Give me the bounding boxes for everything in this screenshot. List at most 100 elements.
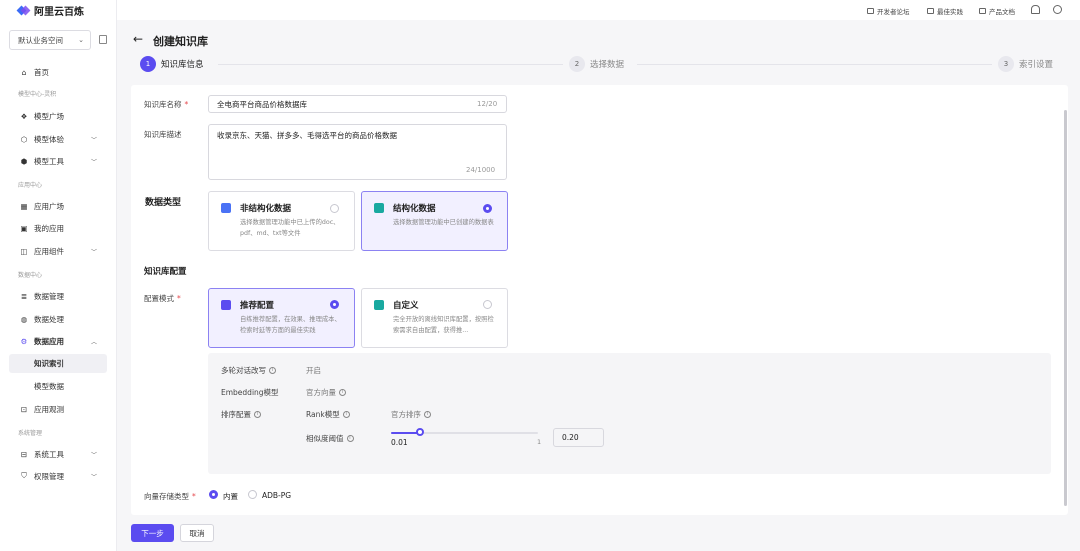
doc-icon — [979, 8, 986, 14]
kb-name-input[interactable]: 全电商平台商品价格数据库 — [208, 95, 507, 113]
embedding-value-text: 官方向量 — [306, 388, 336, 397]
kb-name-value: 全电商平台商品价格数据库 — [217, 99, 307, 109]
bell-icon[interactable] — [1031, 5, 1040, 14]
sidebar-item-label: 模型工具 — [34, 156, 64, 166]
kb-config-title: 知识库配置 — [144, 267, 187, 277]
sidebar-item-data-mgmt[interactable]: ≣ 数据管理 — [0, 286, 116, 306]
topbar-link-label: 开发者论坛 — [877, 8, 910, 16]
desc-char-count: 24/1000 — [466, 166, 496, 174]
sidebar-item-label: 数据处理 — [34, 314, 64, 324]
rank-model-label: Rank模型 i — [306, 409, 350, 420]
scrollbar[interactable] — [1064, 110, 1067, 506]
sidebar-item-label: 数据管理 — [34, 291, 64, 301]
sidebar-item-app-observe[interactable]: ⊡ 应用观测 — [0, 399, 116, 419]
nav-section-sys: 系统管理 — [18, 430, 43, 437]
app-logo[interactable]: 阿里云百炼 — [16, 3, 84, 18]
sidebar-item-model-data[interactable]: 模型数据 — [9, 377, 107, 396]
topbar-link-docs[interactable]: 产品文档 — [979, 6, 1015, 16]
grid-icon: ▦ — [20, 201, 28, 211]
radio-structured[interactable] — [483, 204, 492, 213]
workspace-select[interactable]: 默认业务空间 ⌄ — [9, 30, 91, 50]
sidebar-item-model-square[interactable]: ❖ 模型广场 — [0, 106, 116, 126]
back-arrow-icon[interactable]: ← — [133, 32, 143, 46]
info-icon[interactable]: i — [342, 411, 350, 418]
kb-desc-textarea[interactable]: 收录京东、天猫、拼多多、毛得选平台的商品价格数据 — [208, 124, 507, 180]
option-desc: 自练推荐配置，在效果、推理成本、检索时延等方面的最佳实践 — [240, 316, 341, 334]
logo-icon — [16, 5, 31, 17]
sidebar-item-label: 模型体验 — [34, 134, 64, 144]
sidebar-item-label: 应用观测 — [34, 404, 64, 414]
home-icon: ⌂ — [21, 67, 27, 77]
chevron-down-icon: ﹀ — [91, 248, 98, 256]
workspace-doc-icon[interactable] — [99, 35, 107, 44]
cancel-button[interactable]: 取消 — [180, 524, 214, 542]
sidebar-item-kb-index[interactable]: 知识索引 — [9, 354, 107, 373]
radio-recommend[interactable] — [330, 300, 339, 309]
radio-store-adb[interactable] — [248, 490, 257, 499]
info-icon[interactable]: i — [254, 411, 261, 418]
sim-value-input[interactable]: 0.20 — [553, 428, 604, 447]
option-unstructured[interactable]: 非结构化数据 选择数据管理功能中已上传的doc、pdf、md、txt等文件 — [208, 191, 355, 251]
mode-label: 配置模式 * — [144, 294, 181, 303]
sidebar-item-label: 首页 — [34, 67, 49, 77]
sidebar-item-label: 我的应用 — [34, 223, 64, 233]
sidebar-item-model-tools[interactable]: ⬢ 模型工具 ﹀ — [0, 151, 116, 171]
option-structured[interactable]: 结构化数据 选择数据管理功能中已创建的数据表 — [361, 191, 508, 251]
store-adb-label: ADB-PG — [262, 491, 292, 500]
sidebar-item-label: 权限管理 — [34, 471, 64, 481]
step-number: 3 — [998, 56, 1014, 72]
sidebar-item-perm-mgmt[interactable]: ⛉ 权限管理 ﹀ — [0, 466, 116, 486]
rank-model-value-text: 官方排序 — [391, 410, 421, 419]
embedding-label: Embedding模型 — [221, 388, 279, 397]
step-2: 2 选择数据 — [569, 56, 624, 72]
topbar-link-forum[interactable]: 开发者论坛 — [867, 6, 910, 16]
radio-store-builtin[interactable] — [209, 490, 218, 499]
sidebar-item-my-apps[interactable]: ▣ 我的应用 — [0, 218, 116, 238]
rewrite-label-text: 多轮对话改写 — [221, 366, 266, 375]
sidebar-item-label: 系统工具 — [34, 449, 64, 459]
info-icon[interactable]: i — [339, 389, 346, 396]
user-icon[interactable] — [1053, 5, 1062, 14]
name-char-count: 12/20 — [477, 100, 498, 108]
document-icon — [221, 203, 231, 213]
sidebar-item-sys-tools[interactable]: ⊟ 系统工具 ﹀ — [0, 444, 116, 464]
chevron-down-icon: ⌄ — [78, 36, 84, 44]
store-label-text: 向量存储类型 — [144, 492, 189, 501]
sidebar-item-app-components[interactable]: ◫ 应用组件 ﹀ — [0, 241, 116, 261]
sim-label: 相似度阈值 i — [306, 433, 354, 444]
info-icon[interactable]: i — [346, 435, 354, 442]
topbar-link-practice[interactable]: 最佳实践 — [927, 6, 963, 16]
data-type-title: 数据类型 — [145, 198, 182, 208]
monitor-icon: ⊡ — [20, 404, 28, 414]
workspace-name: 默认业务空间 — [18, 35, 63, 45]
option-desc: 选择数据管理功能中已上传的doc、pdf、md、txt等文件 — [240, 219, 340, 237]
name-label: 知识库名称 * — [144, 100, 189, 109]
radio-unstructured[interactable] — [330, 204, 339, 213]
info-icon[interactable]: i — [269, 367, 276, 374]
topbar-link-label: 最佳实践 — [937, 8, 963, 16]
sidebar-item-label: 模型广场 — [34, 111, 64, 121]
option-title: 非结构化数据 — [240, 204, 292, 214]
info-icon[interactable]: i — [424, 411, 431, 418]
nav-section-model: 模型中心-灵积 — [18, 91, 57, 98]
step-1: 1 知识库信息 — [140, 56, 204, 72]
folder-icon: ▣ — [20, 223, 28, 233]
option-recommend[interactable]: 推荐配置 自练推荐配置，在效果、推理成本、检索时延等方面的最佳实践 — [208, 288, 355, 348]
radio-custom[interactable] — [483, 300, 492, 309]
table-icon — [374, 203, 384, 213]
sidebar-item-home[interactable]: ⌂ 首页 — [0, 62, 116, 82]
sidebar-item-data-app[interactable]: ⚙ 数据应用 ︿ — [0, 331, 116, 351]
sidebar-item-app-square[interactable]: ▦ 应用广场 — [0, 196, 116, 216]
option-title: 自定义 — [393, 301, 419, 311]
sim-slider-thumb[interactable] — [416, 428, 424, 436]
next-button[interactable]: 下一步 — [131, 524, 174, 542]
option-title: 推荐配置 — [240, 301, 275, 311]
sidebar-item-model-exp[interactable]: ⬡ 模型体验 ﹀ — [0, 129, 116, 149]
rank-label: 排序配置 i — [221, 409, 261, 420]
chevron-down-icon: ﹀ — [91, 473, 98, 481]
sliders-icon — [374, 300, 384, 310]
option-custom[interactable]: 自定义 完全开放的离线知识库配置，按照检索需求自由配置，获得推... — [361, 288, 508, 348]
rewrite-label: 多轮对话改写 i — [221, 365, 276, 376]
sidebar-item-data-proc[interactable]: ◍ 数据处理 — [0, 309, 116, 329]
step-number: 2 — [569, 56, 585, 72]
